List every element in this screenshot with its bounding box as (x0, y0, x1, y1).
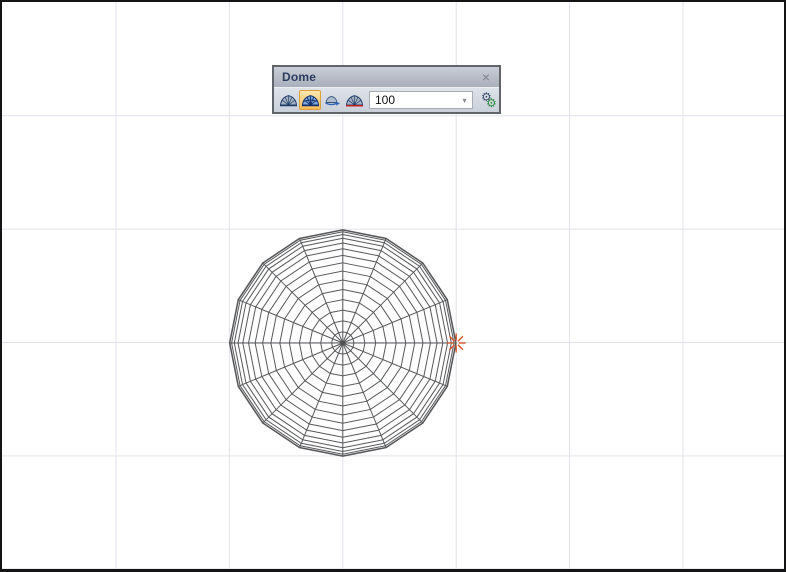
window-title: Dome (282, 70, 479, 84)
chevron-down-icon[interactable]: ▾ (457, 92, 472, 108)
dome-toolbar-window: Dome × (272, 65, 501, 114)
drawing-area-window: Dome × (0, 0, 786, 572)
dome-wireframe-icon (301, 93, 320, 107)
dome-solid-button[interactable] (277, 90, 299, 110)
close-icon[interactable]: × (479, 70, 493, 84)
dome-rotate-button[interactable] (321, 90, 343, 110)
dome-base-button[interactable] (343, 90, 365, 110)
dome-toolbar-row: ▾ ⚙ ⚙ (274, 88, 499, 112)
dome-wireframe-button[interactable] (299, 90, 321, 110)
dome-rotate-arrow-icon (323, 93, 342, 107)
dome-toolbar-titlebar[interactable]: Dome × (274, 67, 499, 88)
dome-red-base-icon (345, 93, 364, 107)
radius-input[interactable] (370, 93, 457, 107)
gears-icon: ⚙ (486, 96, 497, 110)
radius-combobox: ▾ (369, 91, 473, 109)
dome-solid-icon (279, 93, 298, 107)
settings-button[interactable]: ⚙ ⚙ (480, 91, 500, 110)
